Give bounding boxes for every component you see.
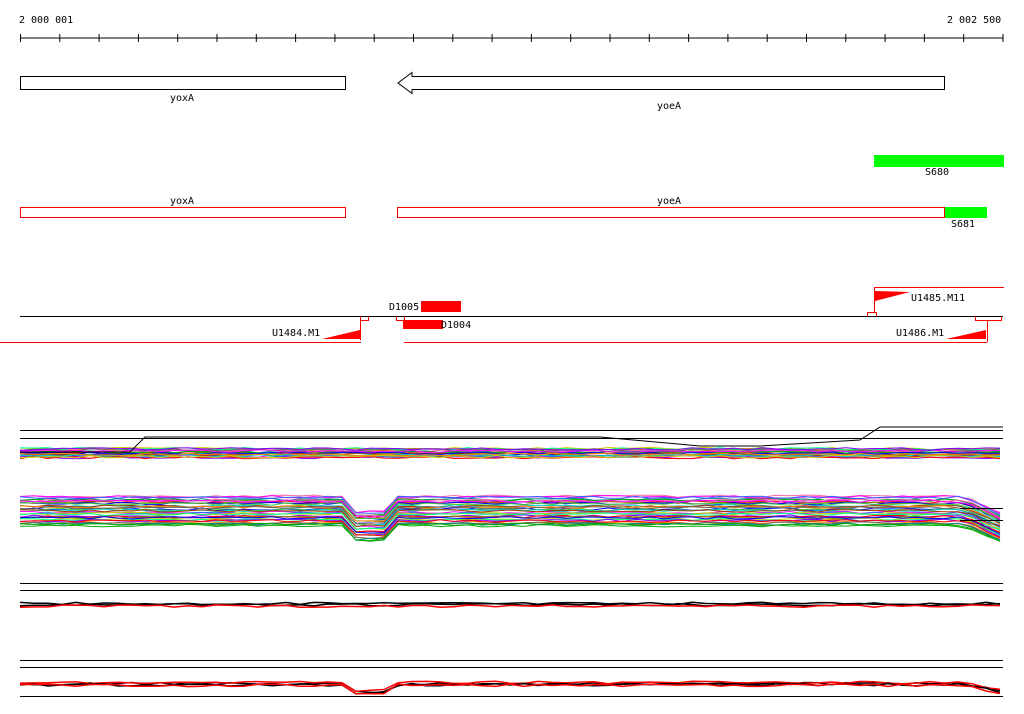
feature-U1485-label: U1485.M11 bbox=[911, 293, 965, 304]
feature-D1004-label: D1004 bbox=[441, 320, 471, 331]
annotation-yoeA[interactable] bbox=[397, 207, 945, 218]
profile-track-2 bbox=[19, 494, 1003, 542]
profile-line bbox=[19, 523, 1001, 542]
annotation-yoxA[interactable] bbox=[20, 207, 346, 218]
feature-D1004[interactable] bbox=[403, 320, 443, 329]
feature-D1004-bracket bbox=[396, 316, 405, 321]
gene-yoxA-label: yoxA bbox=[170, 93, 194, 104]
annotation-yoxA-label: yoxA bbox=[170, 196, 194, 207]
profile-4-lines bbox=[19, 680, 1001, 695]
transcript-track: D1005 D1004 U1484.M1 U1485.M11 U1486.M1 bbox=[0, 287, 1004, 343]
feature-U1484-bracket bbox=[360, 316, 369, 321]
annotation-yoeA-label: yoeA bbox=[657, 196, 681, 207]
feature-S680[interactable] bbox=[874, 155, 1004, 167]
profile-track-3 bbox=[19, 583, 1003, 609]
gene-track: yoxA yoeA bbox=[20, 71, 945, 112]
ruler-end-label: 2 002 500 bbox=[947, 15, 1001, 26]
profile-track-1 bbox=[19, 426, 1003, 460]
gene-yoxA[interactable] bbox=[20, 76, 346, 90]
feature-U1484-marker[interactable] bbox=[322, 330, 360, 339]
annotation-track: yoxA yoeA bbox=[20, 196, 945, 218]
genome-browser-viewer: 2 000 001 2 002 500 yoxA yoeA S680 S681 … bbox=[0, 15, 1004, 697]
feature-U1485-marker[interactable] bbox=[875, 291, 910, 301]
feature-S681[interactable] bbox=[945, 207, 987, 218]
coordinate-ruler: 2 000 001 2 002 500 bbox=[19, 15, 1004, 42]
green-feature-track: S680 S681 bbox=[874, 155, 1004, 230]
gene-yoeA-label: yoeA bbox=[657, 101, 681, 112]
feature-U1484-label: U1484.M1 bbox=[272, 328, 320, 339]
profile-track-4 bbox=[19, 660, 1003, 697]
profile-2-lines bbox=[19, 494, 1001, 542]
feature-U1485-bracket bbox=[867, 312, 877, 317]
ruler-start-label: 2 000 001 bbox=[19, 15, 73, 26]
profile-line bbox=[19, 604, 1001, 609]
profile-3-lines bbox=[19, 601, 1001, 609]
feature-S681-label: S681 bbox=[951, 219, 975, 230]
feature-U1486-marker[interactable] bbox=[946, 330, 986, 339]
profile-1-lines bbox=[19, 426, 1003, 460]
feature-U1486-bracket bbox=[975, 316, 1002, 321]
feature-S680-label: S680 bbox=[925, 167, 949, 178]
feature-D1005[interactable] bbox=[421, 301, 461, 311]
gene-yoeA[interactable] bbox=[397, 71, 945, 95]
feature-D1005-label: D1005 bbox=[389, 302, 419, 313]
feature-U1486-label: U1486.M1 bbox=[896, 328, 944, 339]
